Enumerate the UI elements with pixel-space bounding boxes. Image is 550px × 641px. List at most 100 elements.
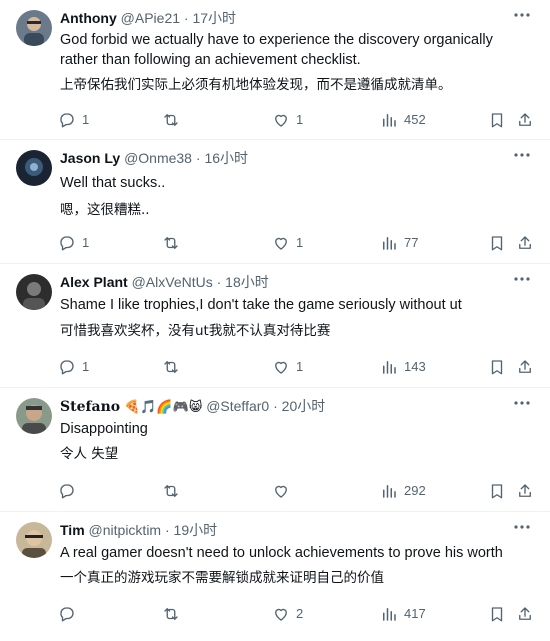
reply-button[interactable]: 1 (58, 357, 89, 377)
bookmark-button[interactable] (488, 604, 506, 624)
retweet-button[interactable] (162, 481, 186, 501)
like-button[interactable]: 2 (272, 604, 303, 624)
views-count: 143 (404, 359, 426, 374)
display-name[interactable]: Stefano (60, 399, 120, 415)
like-count: 1 (296, 235, 304, 250)
reply-button[interactable]: 1 (58, 233, 89, 253)
views-count: 417 (404, 606, 426, 621)
like-icon (275, 608, 287, 621)
reply-item[interactable]: Alex Plant @AlxVeNtUs · 18小时 Shame I lik… (0, 264, 550, 388)
reply-text: A real gamer doesn't need to unlock achi… (60, 545, 503, 561)
timestamp[interactable]: 18小时 (225, 274, 269, 290)
reply-icon (60, 607, 74, 622)
like-button[interactable]: 1 (272, 110, 303, 130)
reply-thread: Anthony @APie21 · 17小时 God forbid we act… (0, 0, 550, 641)
retweet-button[interactable] (162, 233, 186, 253)
reply-header: Alex Plant @AlxVeNtUs · 18小时 (60, 273, 510, 291)
bookmark-button[interactable] (488, 110, 506, 130)
separator: · (273, 398, 278, 414)
views-button[interactable]: 77 (380, 233, 418, 253)
views-button[interactable]: 143 (380, 357, 426, 377)
bookmark-icon (491, 360, 503, 375)
timestamp[interactable]: 19小时 (174, 522, 218, 538)
reply-item[interactable]: Jason Ly @Onme38 · 16小时 Well that sucks.… (0, 140, 550, 264)
reply-item[interactable]: Stefano 🍕🎵🌈🎮😸 @Steffar0 · 20小时 Disappoin… (0, 388, 550, 512)
reply-button[interactable] (58, 604, 82, 624)
bookmark-button[interactable] (488, 357, 506, 377)
more-dots-icon[interactable] (514, 276, 530, 282)
retweet-icon (164, 114, 178, 126)
share-icon (519, 484, 531, 497)
views-button[interactable]: 417 (380, 604, 426, 624)
more-dots-icon[interactable] (514, 152, 530, 158)
bookmark-button[interactable] (488, 233, 506, 253)
reply-button[interactable] (58, 481, 82, 501)
views-icon (383, 485, 396, 498)
separator: · (195, 150, 201, 166)
reply-text: God forbid we actually have to experienc… (60, 32, 493, 68)
bookmark-icon (491, 607, 503, 622)
more-dots-icon[interactable] (514, 12, 530, 18)
reply-icon (60, 113, 74, 128)
display-name[interactable]: Alex Plant (60, 274, 128, 290)
views-icon (383, 114, 396, 127)
share-button[interactable] (516, 357, 534, 377)
user-handle[interactable]: @nitpicktim (89, 522, 162, 538)
user-handle[interactable]: @AlxVeNtUs (132, 274, 213, 290)
like-icon (275, 114, 287, 127)
views-button[interactable]: 452 (380, 110, 426, 130)
like-icon (275, 237, 287, 250)
display-name[interactable]: Tim (60, 522, 85, 538)
views-button[interactable]: 292 (380, 481, 426, 501)
translated-text: 上帝保佑我们实际上必须有机地体验发现，而不是遵循成就清单。 (60, 77, 452, 93)
views-count: 292 (404, 483, 426, 498)
retweet-button[interactable] (162, 604, 186, 624)
reply-count: 1 (82, 235, 90, 250)
like-button[interactable] (272, 481, 296, 501)
reply-button[interactable]: 1 (58, 110, 89, 130)
reply-item[interactable]: Tim @nitpicktim · 19小时 A real gamer does… (0, 512, 550, 641)
views-icon (383, 237, 396, 250)
bookmark-button[interactable] (488, 481, 506, 501)
action-bar: 292 (58, 481, 538, 501)
reply-header: Jason Ly @Onme38 · 16小时 (60, 149, 510, 167)
share-button[interactable] (516, 481, 534, 501)
avatar[interactable] (16, 150, 52, 186)
like-button[interactable]: 1 (272, 233, 303, 253)
user-handle[interactable]: @APie21 (121, 10, 180, 26)
separator: · (164, 522, 170, 538)
retweet-icon (164, 485, 178, 497)
like-count: 2 (296, 606, 304, 621)
avatar[interactable] (16, 522, 52, 558)
avatar[interactable] (16, 274, 52, 310)
timestamp[interactable]: 16小时 (204, 150, 248, 166)
user-handle[interactable]: @Onme38 (124, 150, 192, 166)
avatar[interactable] (16, 10, 52, 46)
avatar[interactable] (16, 398, 52, 434)
reply-count: 1 (82, 112, 90, 127)
share-icon (519, 607, 531, 620)
timestamp[interactable]: 17小时 (192, 10, 236, 26)
action-bar: 1 1 452 (58, 110, 538, 130)
timestamp[interactable]: 20小时 (282, 398, 326, 414)
retweet-button[interactable] (162, 110, 186, 130)
reply-item[interactable]: Anthony @APie21 · 17小时 God forbid we act… (0, 0, 550, 140)
more-dots-icon[interactable] (514, 400, 530, 406)
more-dots-icon[interactable] (514, 524, 530, 530)
separator: · (216, 274, 222, 290)
reply-icon (60, 484, 74, 499)
display-name[interactable]: Jason Ly (60, 150, 120, 166)
bookmark-icon (491, 236, 503, 251)
retweet-button[interactable] (162, 357, 186, 377)
like-button[interactable]: 1 (272, 357, 303, 377)
share-button[interactable] (516, 233, 534, 253)
views-count: 452 (404, 112, 426, 127)
like-icon (275, 485, 287, 498)
user-handle[interactable]: @Steffar0 (206, 398, 269, 414)
share-button[interactable] (516, 604, 534, 624)
reply-count: 1 (82, 359, 90, 374)
display-name[interactable]: Anthony (60, 10, 117, 26)
translated-text: 嗯，这很糟糕.. (60, 202, 150, 218)
share-button[interactable] (516, 110, 534, 130)
translated-text: 一个真正的游戏玩家不需要解锁成就来证明自己的价值 (60, 570, 384, 586)
